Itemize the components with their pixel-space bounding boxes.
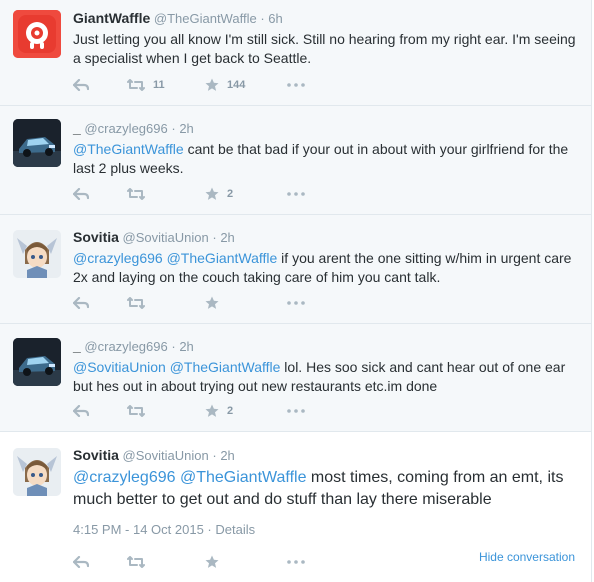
star-icon xyxy=(205,187,219,200)
reply-icon xyxy=(73,405,89,417)
avatar[interactable] xyxy=(13,10,61,58)
hide-conversation-link[interactable]: Hide conversation xyxy=(479,550,575,564)
retweet-icon xyxy=(127,556,145,568)
avatar[interactable] xyxy=(13,230,61,278)
reply-icon xyxy=(73,79,89,91)
author-name[interactable]: GiantWaffle xyxy=(73,10,150,26)
mention-link[interactable]: @crazyleg696 xyxy=(73,469,176,486)
star-icon xyxy=(205,296,219,309)
separator: · xyxy=(260,11,265,26)
separator: · xyxy=(171,339,176,354)
car-avatar-image xyxy=(13,119,61,167)
conversation-thread: GiantWaffle @TheGiantWaffle · 6h Just le… xyxy=(0,0,594,582)
tweet-time[interactable]: 2h xyxy=(179,339,193,354)
mention-link[interactable]: @crazyleg696 xyxy=(73,250,163,266)
reply-button[interactable] xyxy=(73,405,127,417)
retweet-button[interactable] xyxy=(127,188,205,200)
favorite-count: 2 xyxy=(227,188,234,200)
retweet-icon xyxy=(127,79,145,91)
separator: · xyxy=(212,448,217,463)
tweet-text: Just letting you all know I'm still sick… xyxy=(73,31,576,66)
retweet-icon xyxy=(127,188,145,200)
reply-icon xyxy=(73,556,89,568)
reply-button[interactable] xyxy=(73,79,127,91)
favorite-button[interactable] xyxy=(205,555,287,569)
favorite-button[interactable]: 2 xyxy=(205,187,287,201)
more-button[interactable] xyxy=(287,192,305,196)
star-icon xyxy=(205,78,219,91)
tweet-text: @TheGiantWaffle cant be that bad if your… xyxy=(73,140,581,178)
author-name[interactable]: _ xyxy=(73,120,81,136)
tweet-timestamp[interactable]: 4:15 PM - 14 Oct 2015 xyxy=(73,522,204,537)
more-button[interactable] xyxy=(287,560,305,564)
tweet-time[interactable]: 6h xyxy=(268,11,282,26)
tweet-text: @SovitiaUnion @TheGiantWaffle lol. Hes s… xyxy=(73,358,581,396)
more-button[interactable] xyxy=(287,83,305,87)
author-handle[interactable]: @SovitiaUnion xyxy=(123,448,209,463)
retweet-count: 11 xyxy=(153,79,165,91)
retweet-button[interactable] xyxy=(127,297,205,309)
tweet[interactable]: Sovitia @SovitiaUnion · 2h @crazyleg696 … xyxy=(0,215,592,324)
tweet[interactable]: _ @crazyleg696 · 2h @TheGiantWaffle cant… xyxy=(0,106,592,215)
favorite-button[interactable]: 144 xyxy=(205,78,287,92)
star-icon xyxy=(205,555,219,568)
mention-link[interactable]: @TheGiantWaffle xyxy=(167,250,278,266)
retweet-icon xyxy=(127,297,145,309)
more-button[interactable] xyxy=(287,301,305,305)
giantwaffle-logo xyxy=(13,10,61,58)
more-icon xyxy=(287,409,305,413)
author-name[interactable]: Sovitia xyxy=(73,229,119,245)
tweet[interactable]: GiantWaffle @TheGiantWaffle · 6h Just le… xyxy=(0,0,592,106)
more-icon xyxy=(287,301,305,305)
avatar[interactable] xyxy=(13,119,61,167)
mention-link[interactable]: @TheGiantWaffle xyxy=(170,359,281,375)
anime-avatar-image xyxy=(13,230,61,278)
more-icon xyxy=(287,83,305,87)
favorite-button[interactable]: 2 xyxy=(205,404,287,418)
more-icon xyxy=(287,192,305,196)
author-handle[interactable]: @crazyleg696 xyxy=(84,121,167,136)
favorite-button[interactable] xyxy=(205,296,287,310)
author-name[interactable]: Sovitia xyxy=(73,447,119,463)
mention-link[interactable]: @TheGiantWaffle xyxy=(180,469,307,486)
author-handle[interactable]: @crazyleg696 xyxy=(84,339,167,354)
author-handle[interactable]: @SovitiaUnion xyxy=(123,230,209,245)
tweet-expanded[interactable]: Sovitia @SovitiaUnion · 2h @crazyleg696 … xyxy=(0,432,592,582)
mention-link[interactable]: @TheGiantWaffle xyxy=(73,141,184,157)
separator: · xyxy=(207,522,212,537)
author-name[interactable]: _ xyxy=(73,338,81,354)
favorite-count: 2 xyxy=(227,405,234,417)
separator: · xyxy=(212,230,217,245)
avatar[interactable] xyxy=(13,338,61,386)
car-avatar-image xyxy=(13,338,61,386)
tweet[interactable]: _ @crazyleg696 · 2h @SovitiaUnion @TheGi… xyxy=(0,324,592,432)
tweet-time[interactable]: 2h xyxy=(220,448,234,463)
mention-link[interactable]: @SovitiaUnion xyxy=(73,359,166,375)
tweet-time[interactable]: 2h xyxy=(179,121,193,136)
tweet-text: @crazyleg696 @TheGiantWaffle most times,… xyxy=(73,467,581,511)
avatar[interactable] xyxy=(13,448,61,496)
tweet-time[interactable]: 2h xyxy=(220,230,234,245)
more-button[interactable] xyxy=(287,409,305,413)
retweet-button[interactable]: 11 xyxy=(127,79,205,91)
anime-avatar-image xyxy=(13,448,61,496)
separator: · xyxy=(171,121,176,136)
more-icon xyxy=(287,560,305,564)
reply-icon xyxy=(73,297,89,309)
retweet-icon xyxy=(127,405,145,417)
star-icon xyxy=(205,404,219,417)
author-handle[interactable]: @TheGiantWaffle xyxy=(154,11,257,26)
tweet-text: @crazyleg696 @TheGiantWaffle if you aren… xyxy=(73,249,581,287)
favorite-count: 144 xyxy=(227,79,246,91)
reply-button[interactable] xyxy=(73,188,127,200)
details-link[interactable]: Details xyxy=(215,522,255,537)
retweet-button[interactable] xyxy=(127,405,205,417)
reply-icon xyxy=(73,188,89,200)
reply-button[interactable] xyxy=(73,556,127,568)
reply-button[interactable] xyxy=(73,297,127,309)
retweet-button[interactable] xyxy=(127,556,205,568)
